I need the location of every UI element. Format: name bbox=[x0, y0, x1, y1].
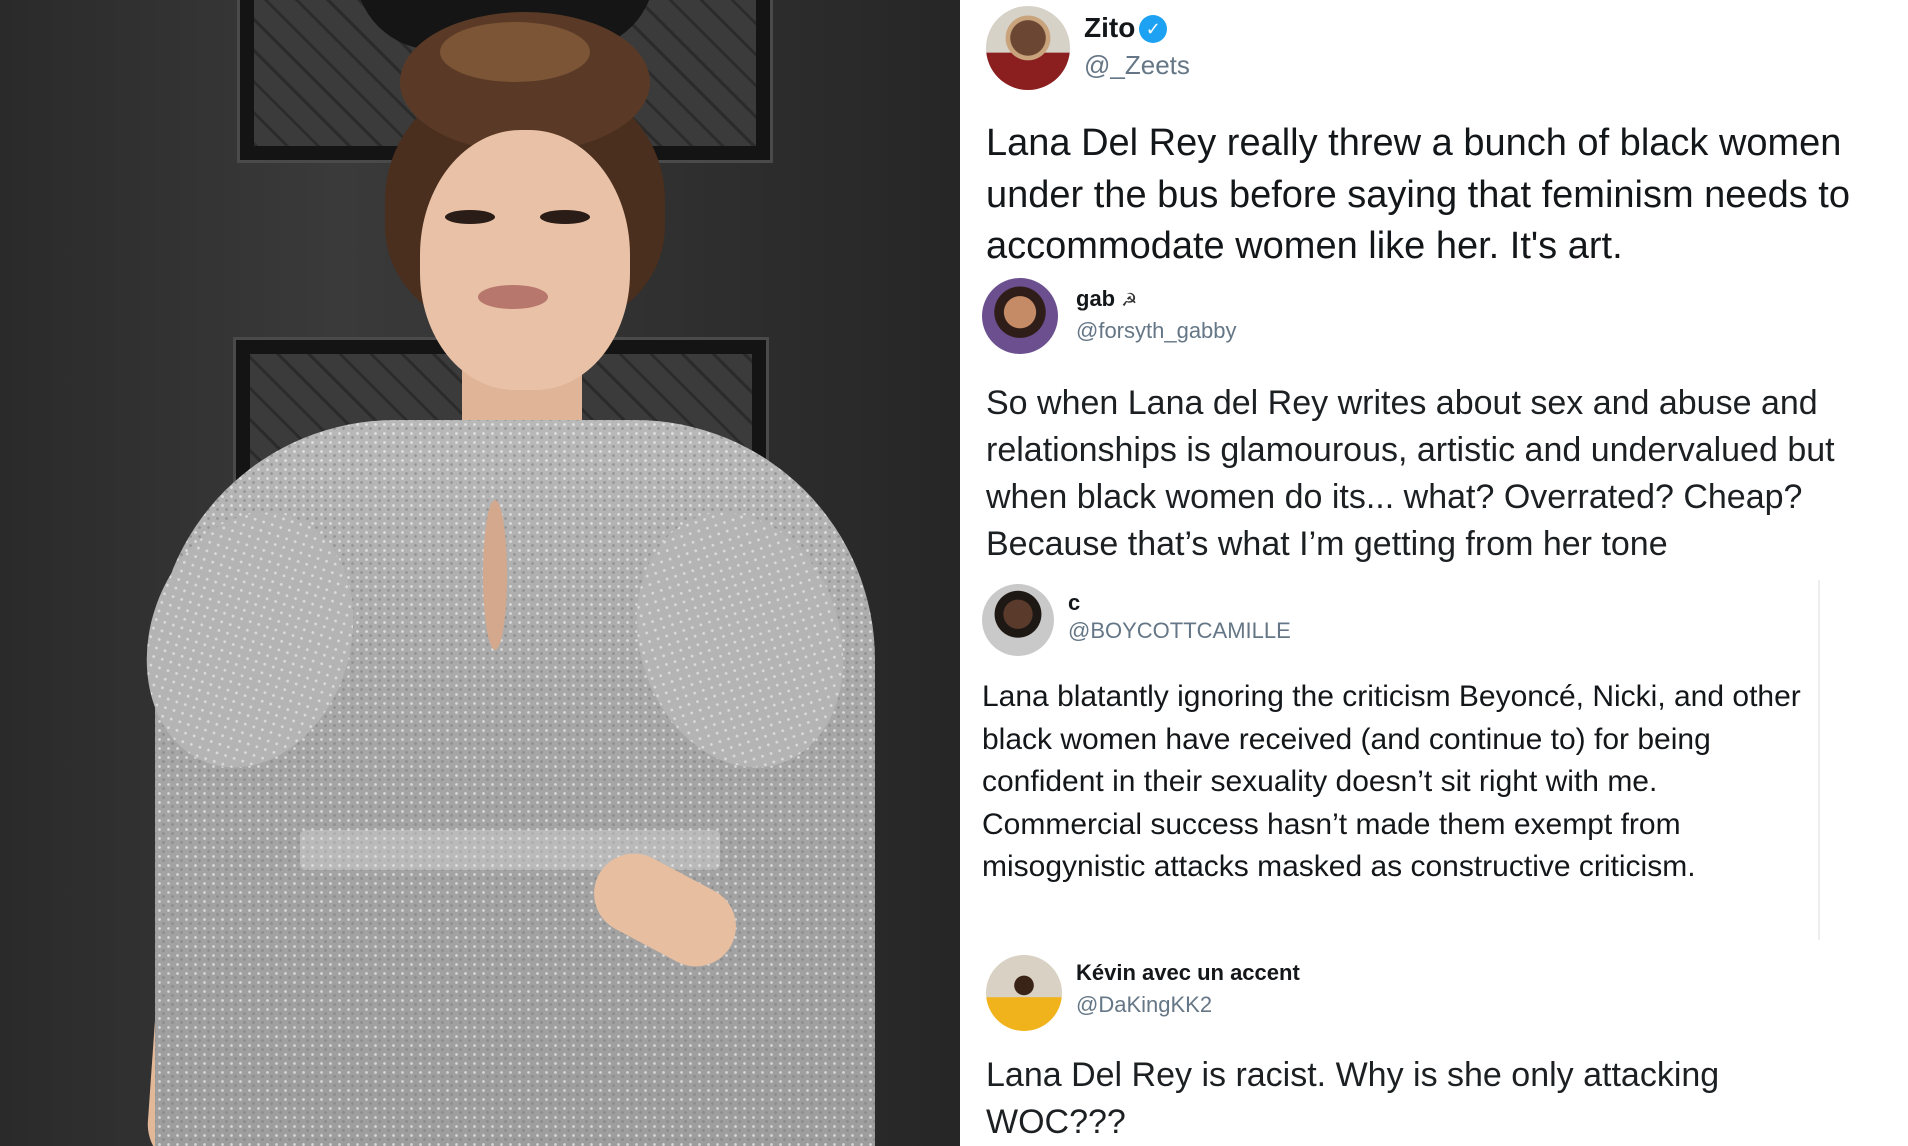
tweet-author-name[interactable]: gab bbox=[1076, 286, 1115, 311]
left-eye bbox=[445, 210, 495, 224]
card-edge-divider bbox=[1818, 580, 1820, 940]
face bbox=[420, 130, 630, 390]
tweet-author-handle[interactable]: @DaKingKK2 bbox=[1076, 992, 1212, 1018]
tweet-text: Lana Del Rey really threw a bunch of bla… bbox=[986, 122, 1850, 268]
hammer-sickle-icon: ☭ bbox=[1121, 290, 1138, 310]
tweet-text: Lana Del Rey is racist. Why is she only … bbox=[986, 1056, 1720, 1141]
tweet-text: Lana blatantly ignoring the criticism Be… bbox=[982, 680, 1801, 884]
tweet-collage: Zito ✓ @_Zeets Lana Del Rey really threw … bbox=[960, 0, 1908, 1146]
tweet-author-handle[interactable]: @forsyth_gabby bbox=[1076, 318, 1237, 344]
avatar[interactable] bbox=[986, 955, 1062, 1031]
dress-keyhole bbox=[483, 500, 507, 650]
tweet-author-handle[interactable]: @BOYCOTTCAMILLE bbox=[1068, 618, 1291, 644]
tweet-author-name[interactable]: Kévin avec un accent bbox=[1076, 960, 1300, 986]
avatar[interactable] bbox=[982, 278, 1058, 354]
tweet-text: So when Lana del Rey writes about sex an… bbox=[986, 384, 1835, 563]
red-carpet-photo bbox=[0, 0, 960, 1146]
right-eye bbox=[540, 210, 590, 224]
tweet-author-handle[interactable]: @_Zeets bbox=[1084, 50, 1190, 81]
tweet-author-name[interactable]: c bbox=[1068, 590, 1080, 616]
tweet-author-name[interactable]: Zito bbox=[1084, 12, 1135, 43]
avatar[interactable] bbox=[986, 6, 1070, 90]
avatar[interactable] bbox=[982, 584, 1054, 656]
lips bbox=[478, 285, 548, 309]
verified-badge-icon: ✓ bbox=[1139, 15, 1168, 43]
